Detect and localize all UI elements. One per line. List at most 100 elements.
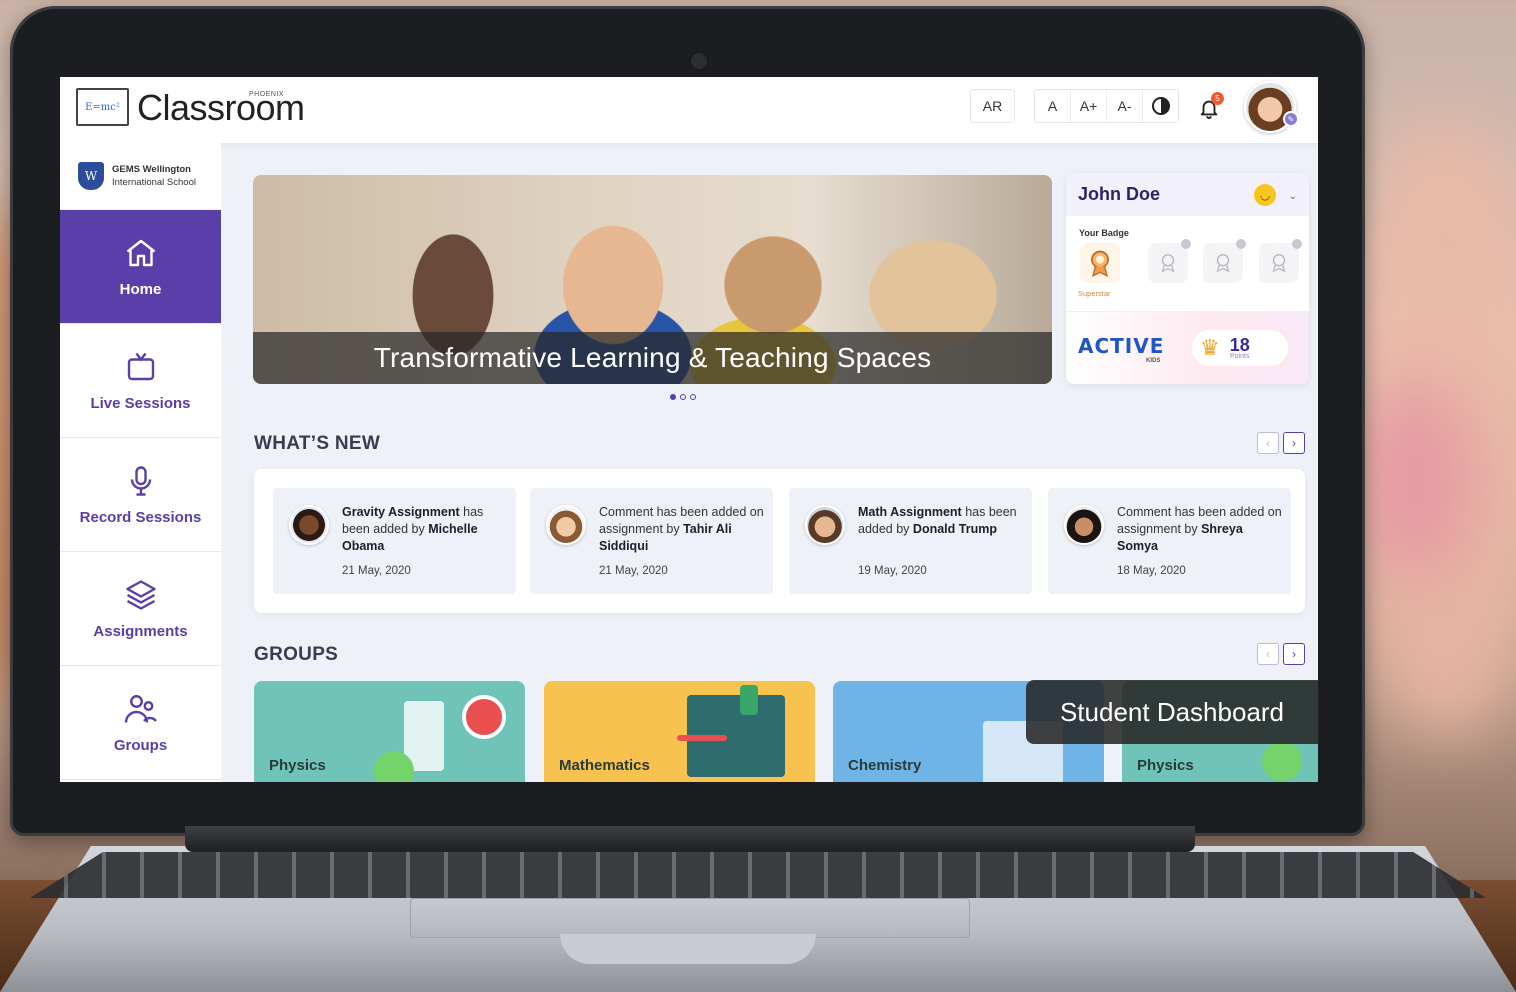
tv-icon xyxy=(127,352,154,381)
news-card-3[interactable]: Math Assignment has been added by Donald… xyxy=(789,488,1032,594)
award-locked-icon xyxy=(1161,254,1175,273)
contrast-icon xyxy=(1151,97,1170,115)
magnifier-illustration xyxy=(462,695,506,739)
group-card-mathematics[interactable]: Mathematics xyxy=(544,681,815,782)
points-label: Points xyxy=(1230,352,1250,360)
news-card-4[interactable]: Comment has been added on assignment by … xyxy=(1048,488,1291,594)
award-medal-icon xyxy=(1091,250,1109,277)
news-card-2[interactable]: Comment has been added on assignment by … xyxy=(530,488,773,594)
news-date: 21 May, 2020 xyxy=(599,565,668,577)
profile-header[interactable]: John Doe ◡ ⌄ xyxy=(1066,173,1309,216)
school-header: W GEMS Wellington International School xyxy=(60,143,221,210)
lock-icon xyxy=(1236,239,1246,249)
school-name-line1: GEMS Wellington xyxy=(112,164,191,175)
news-date: 21 May, 2020 xyxy=(342,565,411,577)
badge-earned-label: Superstar xyxy=(1078,289,1111,298)
ruler-illustration xyxy=(677,735,727,741)
home-icon xyxy=(126,239,155,267)
chevron-right-icon[interactable]: › xyxy=(1283,643,1305,665)
carousel-dot-1[interactable] xyxy=(670,394,676,400)
active-kids-panel[interactable]: ACTIVE KIDS ♛ 18 Points xyxy=(1066,311,1309,384)
active-kids-sub: KIDS xyxy=(1146,358,1161,364)
crown-icon: ♛ xyxy=(1200,335,1220,360)
layers-icon xyxy=(125,580,156,610)
groups-title: GROUPS xyxy=(254,644,339,665)
news-text: Math Assignment has been added by Donald… xyxy=(858,505,1017,536)
chevron-left-icon[interactable]: ‹ xyxy=(1257,643,1279,665)
points-pill: ♛ 18 Points xyxy=(1192,330,1288,366)
users-icon xyxy=(124,695,157,723)
group-card-physics[interactable]: Physics xyxy=(254,681,525,782)
news-date: 19 May, 2020 xyxy=(858,565,927,577)
points-value: 18 xyxy=(1229,334,1250,355)
contrast-toggle-button[interactable] xyxy=(1143,90,1178,122)
mood-smiley-icon[interactable]: ◡ xyxy=(1254,183,1277,206)
carousel-dot-3[interactable] xyxy=(690,394,696,400)
lock-icon xyxy=(1292,239,1302,249)
lid-notch xyxy=(560,934,816,964)
notification-badge: 5 xyxy=(1211,92,1224,105)
group-label: Mathematics xyxy=(559,757,650,774)
flask-illustration xyxy=(1262,741,1302,781)
sidebar-item-label: Record Sessions xyxy=(79,509,202,526)
sidebar-item-home[interactable]: Home xyxy=(60,210,221,324)
group-label: Physics xyxy=(1137,757,1194,774)
news-avatar xyxy=(1064,505,1104,545)
news-avatar xyxy=(289,505,329,545)
font-decrease-button[interactable]: A- xyxy=(1107,90,1143,122)
sidebar-item-live-sessions[interactable]: Live Sessions xyxy=(60,324,221,438)
font-normal-button[interactable]: A xyxy=(1035,90,1071,122)
news-card-1[interactable]: Gravity Assignment has been added by Mic… xyxy=(273,488,516,594)
sidebar-item-groups[interactable]: Groups xyxy=(60,666,221,780)
news-text: Gravity Assignment has been added by Mic… xyxy=(342,505,484,553)
chevron-right-icon[interactable]: › xyxy=(1283,432,1305,454)
sidebar: W GEMS Wellington International School H… xyxy=(60,143,221,782)
keyboard xyxy=(30,852,1486,898)
sidebar-item-label: Live Sessions xyxy=(90,395,191,412)
group-label: Chemistry xyxy=(848,757,922,774)
news-avatar xyxy=(805,505,845,545)
language-toggle-button[interactable]: AR xyxy=(970,89,1015,123)
badge-locked-2[interactable] xyxy=(1203,239,1246,283)
classroom-logo-icon: E=mc² xyxy=(76,88,129,126)
student-dashboard-label: Student Dashboard xyxy=(1026,680,1318,744)
font-increase-button[interactable]: A+ xyxy=(1071,90,1107,122)
calculator-illustration xyxy=(740,685,758,715)
sidebar-item-assignments[interactable]: Assignments xyxy=(60,552,221,666)
school-name: GEMS Wellington International School xyxy=(112,163,196,189)
carousel-dot-2[interactable] xyxy=(680,394,686,400)
profile-card: John Doe ◡ ⌄ Your Badge Superstar ACTIVE… xyxy=(1066,173,1309,384)
news-avatar xyxy=(546,505,586,545)
logo-equation: E=mc² xyxy=(85,101,120,113)
trackpad xyxy=(410,898,970,938)
news-text: Comment has been added on assignment by … xyxy=(599,505,764,553)
sidebar-item-label: Assignments xyxy=(93,623,188,640)
whats-new-pager: ‹ › xyxy=(1257,432,1305,454)
award-locked-icon xyxy=(1272,254,1286,273)
laptop-screen: E=mc² Classroom PHOENIX AR A A+ A- 5 ✎ W… xyxy=(60,77,1318,782)
active-kids-logo: ACTIVE xyxy=(1078,334,1165,358)
badge-locked-3[interactable] xyxy=(1259,239,1302,283)
hero-caption: Transformative Learning & Teaching Space… xyxy=(253,332,1052,384)
carousel-dots xyxy=(670,394,696,400)
sidebar-item-record-sessions[interactable]: Record Sessions xyxy=(60,438,221,552)
badge-superstar[interactable] xyxy=(1080,243,1120,283)
hero-banner[interactable]: Transformative Learning & Teaching Space… xyxy=(253,175,1052,384)
microphone-icon xyxy=(130,466,151,496)
badge-label: Your Badge xyxy=(1079,228,1129,238)
top-bar: E=mc² Classroom PHOENIX AR A A+ A- 5 ✎ xyxy=(60,77,1318,143)
whats-new-title: WHAT’S NEW xyxy=(254,433,381,454)
school-name-line2: International School xyxy=(112,177,196,188)
award-locked-icon xyxy=(1216,254,1230,273)
news-text: Comment has been added on assignment by … xyxy=(1117,505,1282,553)
chevron-down-icon[interactable]: ⌄ xyxy=(1289,191,1297,202)
webcam xyxy=(688,50,710,72)
school-crest-icon: W xyxy=(78,162,104,190)
chevron-left-icon[interactable]: ‹ xyxy=(1257,432,1279,454)
laptop-hinge xyxy=(185,826,1195,852)
edit-avatar-icon[interactable]: ✎ xyxy=(1283,111,1299,127)
whats-new-panel: Gravity Assignment has been added by Mic… xyxy=(254,469,1305,613)
group-label: Physics xyxy=(269,757,326,774)
sidebar-item-label: Groups xyxy=(113,737,168,754)
badge-locked-1[interactable] xyxy=(1148,239,1191,283)
